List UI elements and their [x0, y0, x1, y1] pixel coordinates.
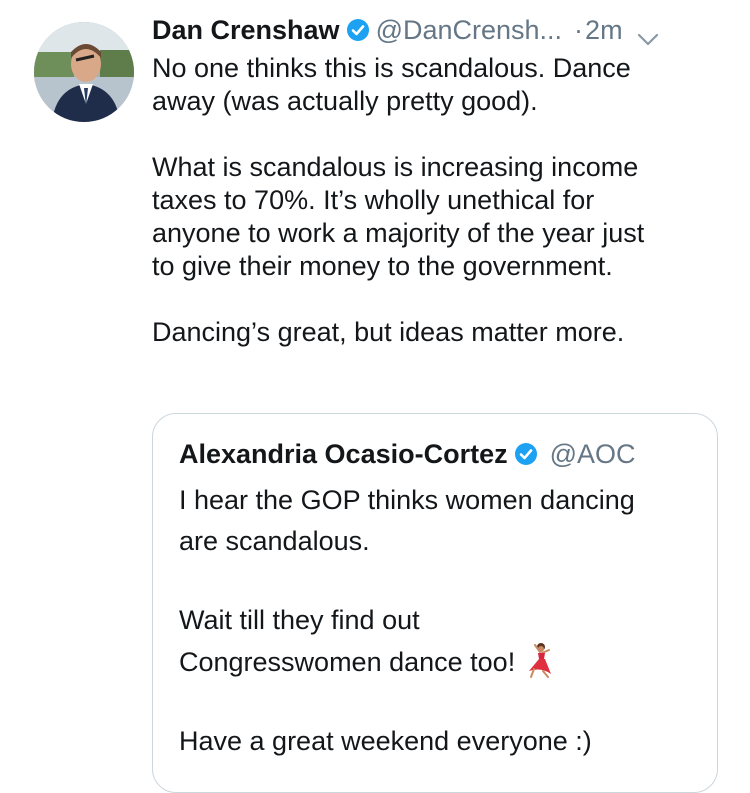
quoted-tweet-card[interactable]: Alexandria Ocasio-Cortez @AOC I hear the… — [152, 413, 718, 793]
quoted-tweet-line: are scandalous. — [179, 526, 370, 556]
avatar-photo — [34, 22, 134, 122]
tweet-line: What is scandalous is increasing income — [152, 152, 639, 182]
quoted-tweet-line: Wait till they find out — [179, 605, 420, 635]
tweet-line: anyone to work a majority of the year ju… — [152, 218, 645, 248]
separator-dot: · — [574, 14, 584, 45]
tweet-header: Dan Crenshaw @DanCrensh... · 2m — [152, 10, 659, 50]
tweet-line: Dancing’s great, but ideas matter more. — [152, 317, 625, 347]
tweet[interactable]: Dan Crenshaw @DanCrensh... · 2m No one t… — [0, 0, 750, 793]
tweet-line: No one thinks this is scandalous. Dance — [152, 53, 631, 83]
chevron-down-icon[interactable] — [637, 23, 659, 46]
author-display-name[interactable]: Dan Crenshaw — [152, 15, 340, 46]
tweet-line: to give their money to the government. — [152, 251, 613, 281]
quoted-tweet-text: I hear the GOP thinks women dancing are … — [179, 480, 699, 762]
quoted-tweet-line-with-emoji: Congresswomen dance too! — [179, 641, 699, 683]
quoted-author-handle: @AOC — [549, 438, 636, 469]
quoted-tweet-line: Have a great weekend everyone :) — [179, 726, 592, 756]
quoted-tweet-header: Alexandria Ocasio-Cortez @AOC — [179, 436, 636, 472]
author-handle[interactable]: @DanCrensh... — [376, 15, 562, 46]
avatar[interactable] — [34, 22, 134, 122]
dancer-emoji-icon — [521, 641, 559, 679]
quoted-author-display-name: Alexandria Ocasio-Cortez — [179, 438, 508, 469]
verified-badge-icon — [346, 18, 370, 42]
tweet-line: away (was actually pretty good). — [152, 86, 538, 116]
quoted-tweet-line: I hear the GOP thinks women dancing — [179, 485, 635, 515]
verified-badge-icon — [514, 442, 538, 466]
timestamp[interactable]: 2m — [585, 15, 623, 46]
tweet-text: No one thinks this is scandalous. Dance … — [152, 52, 732, 349]
tweet-line: taxes to 70%. It’s wholly unethical for — [152, 185, 595, 215]
quoted-tweet-line: Congresswomen dance too! — [179, 647, 516, 677]
